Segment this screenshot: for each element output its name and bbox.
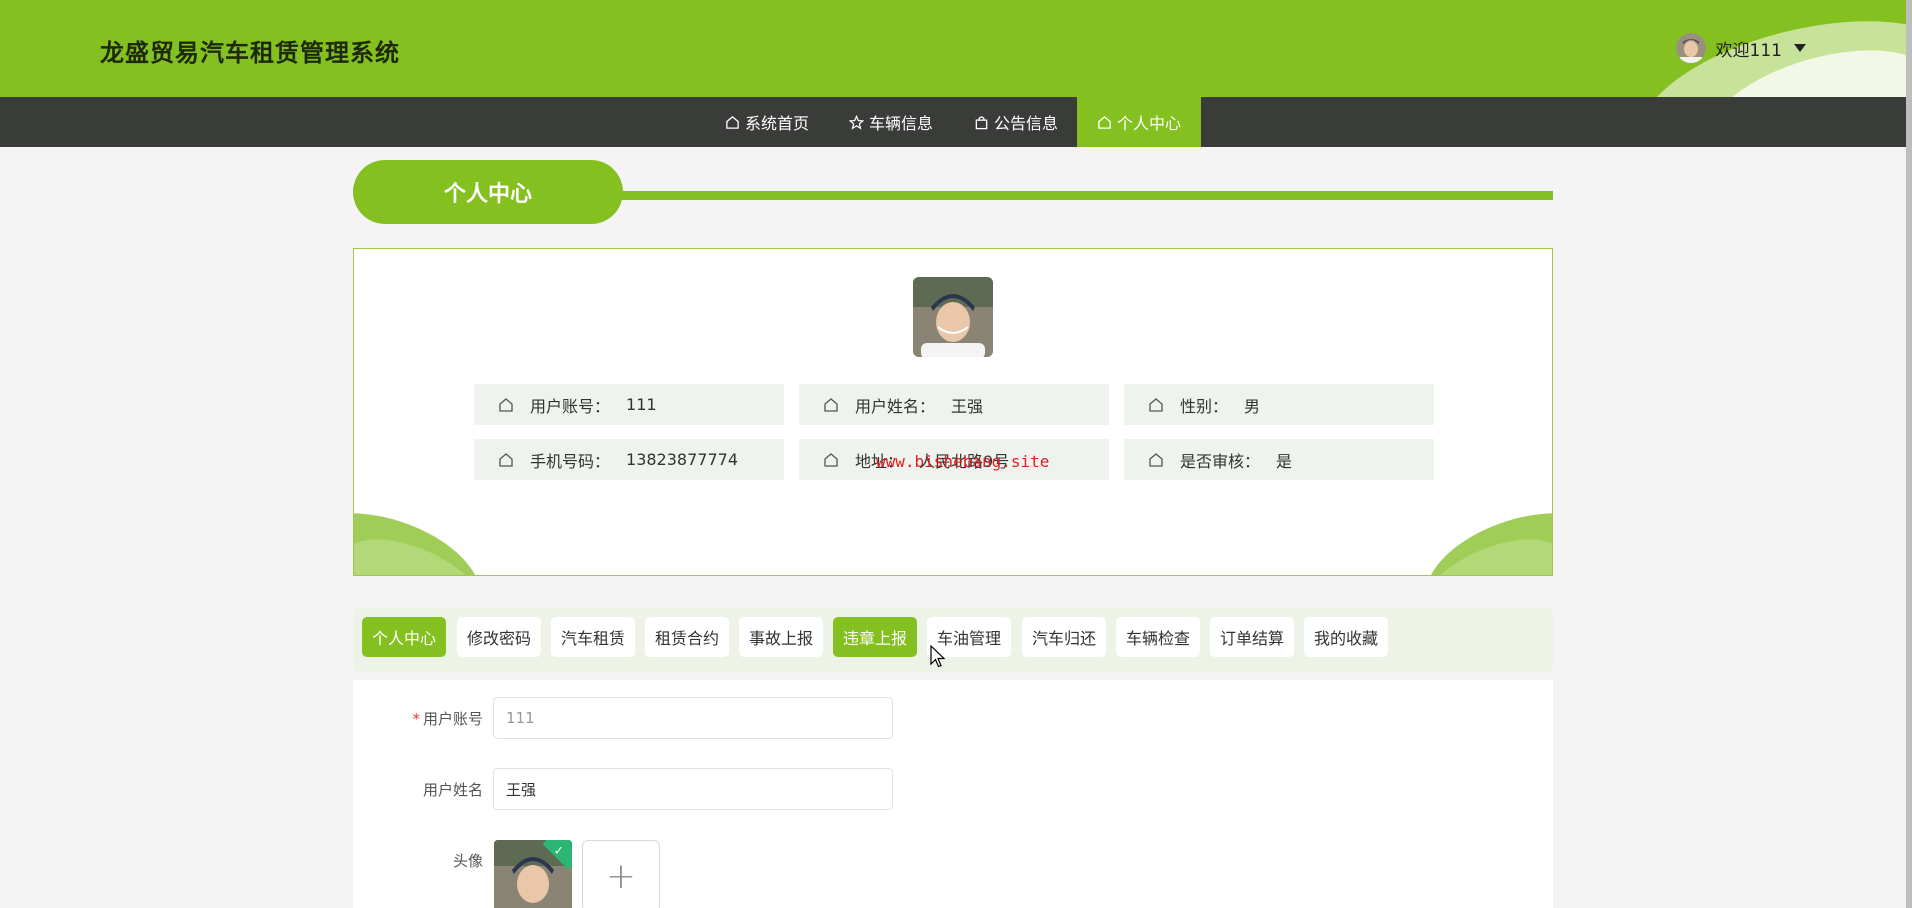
- tab-vehicle-inspection[interactable]: 车辆检查: [1116, 617, 1200, 657]
- nav-item-label: 系统首页: [745, 114, 810, 133]
- section-title-line: [600, 191, 1553, 200]
- info-label: 手机号码：: [530, 451, 611, 471]
- mouse-cursor-icon: [930, 645, 946, 668]
- info-value: 是: [1276, 451, 1293, 471]
- tab-my-favorites[interactable]: 我的收藏: [1304, 617, 1388, 657]
- tab-accident-report[interactable]: 事故上报: [739, 617, 823, 657]
- scrollbar-thumb[interactable]: [1906, 0, 1912, 908]
- info-value: 王强: [951, 396, 984, 416]
- user-menu[interactable]: 欢迎111: [1675, 33, 1806, 63]
- welcome-text: 欢迎111: [1715, 40, 1782, 61]
- tab-car-return[interactable]: 汽车归还: [1022, 617, 1106, 657]
- home-icon: [726, 115, 739, 129]
- info-label: 用户姓名：: [855, 396, 936, 416]
- uploaded-avatar-thumbnail[interactable]: ✓: [494, 840, 572, 908]
- tab-rental-contract[interactable]: 租赁合约: [645, 617, 729, 657]
- info-label: 是否审核：: [1180, 451, 1261, 471]
- tab-car-rental[interactable]: 汽车租赁: [551, 617, 635, 657]
- home-icon: [1098, 115, 1111, 129]
- tab-violation-report[interactable]: 违章上报: [833, 617, 917, 657]
- bag-icon: [975, 115, 988, 129]
- nav-item-notices[interactable]: 公告信息: [974, 97, 1058, 147]
- home-icon: [499, 452, 513, 467]
- avatar: [1675, 33, 1706, 63]
- tab-order-settlement[interactable]: 订单结算: [1210, 617, 1294, 657]
- profile-avatar: [913, 277, 993, 357]
- nav-item-label: 公告信息: [994, 114, 1059, 133]
- name-input[interactable]: 王强: [493, 768, 893, 810]
- info-value: 111: [626, 395, 657, 414]
- nav-item-label: 车辆信息: [869, 114, 934, 133]
- home-icon: [1149, 452, 1163, 467]
- upload-button[interactable]: +: [582, 840, 660, 908]
- tab-personal-center[interactable]: 个人中心: [362, 617, 446, 657]
- section-title: 个人中心: [353, 160, 623, 224]
- plus-icon: +: [605, 855, 637, 897]
- info-phone: 手机号码： 13823877774: [474, 439, 784, 480]
- nav-item-vehicles[interactable]: 车辆信息: [849, 97, 933, 147]
- info-label: 性别：: [1180, 396, 1229, 416]
- scrollbar[interactable]: [1906, 0, 1912, 908]
- name-label: 用户姓名: [422, 781, 483, 799]
- main-nav: 系统首页 车辆信息 公告信息 个人中心: [0, 97, 1906, 147]
- home-icon: [1149, 397, 1163, 412]
- nav-item-home[interactable]: 系统首页: [725, 97, 809, 147]
- tab-change-password[interactable]: 修改密码: [457, 617, 541, 657]
- account-label-text: 用户账号: [422, 710, 483, 728]
- info-name: 用户姓名： 王强: [799, 384, 1109, 425]
- info-approved: 是否审核： 是: [1124, 439, 1434, 480]
- avatar-label: 头像: [452, 852, 483, 870]
- personal-tabs: 个人中心 修改密码 汽车租赁 租赁合约 事故上报 违章上报 车油管理 汽车归还 …: [353, 608, 1553, 672]
- info-value: 男: [1244, 396, 1261, 416]
- home-icon: [824, 397, 838, 412]
- top-header: 龙盛贸易汽车租赁管理系统 欢迎111: [0, 0, 1906, 97]
- info-label: 用户账号：: [530, 396, 611, 416]
- required-mark: *: [412, 710, 420, 728]
- info-value: 13823877774: [626, 450, 738, 469]
- profile-card: 用户账号： 111 用户姓名： 王强 性别： 男 手机号码： 138238777…: [353, 248, 1553, 576]
- nav-item-label: 个人中心: [1117, 114, 1182, 133]
- account-input[interactable]: 111: [493, 697, 893, 739]
- caret-down-icon: [1794, 44, 1806, 52]
- check-icon: ✓: [553, 843, 564, 858]
- home-icon: [499, 397, 513, 412]
- watermark: www.bishebang.site: [876, 452, 1050, 471]
- info-gender: 性别： 男: [1124, 384, 1434, 425]
- site-title: 龙盛贸易汽车租赁管理系统: [100, 39, 400, 67]
- star-icon: [849, 114, 864, 130]
- nav-item-personal-center[interactable]: 个人中心: [1077, 97, 1202, 147]
- profile-form: * 用户账号 111 用户姓名 王强 头像 ✓ +: [353, 680, 1553, 908]
- home-icon: [824, 452, 838, 467]
- account-label: * 用户账号: [353, 708, 483, 729]
- info-account: 用户账号： 111: [474, 384, 784, 425]
